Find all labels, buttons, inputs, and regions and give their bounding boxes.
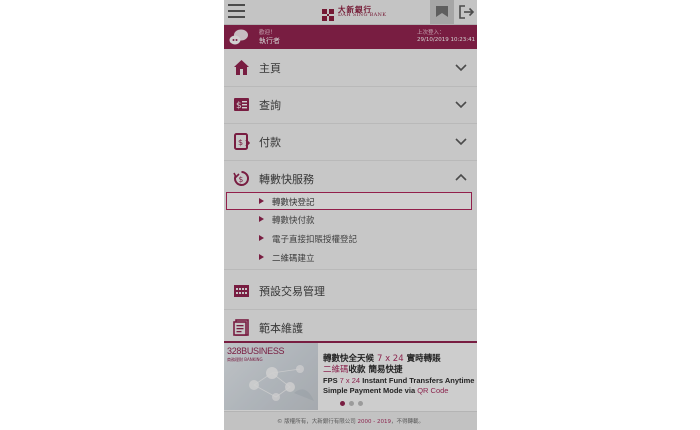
welcome-label: 歡迎！ xyxy=(259,30,276,36)
chevron-down-icon xyxy=(455,101,467,109)
last-login-label: 上次登入： xyxy=(417,30,445,36)
banner-image: 328BUSINESS 商務理財 BANKING xyxy=(224,343,318,410)
submenu-item-edda-registration[interactable]: 電子直接扣賬授權登記 xyxy=(224,230,477,248)
menu-item-home[interactable]: 主頁 xyxy=(224,50,477,87)
menu-item-payment[interactable]: $ 付款 xyxy=(224,124,477,161)
menu-item-enquiry[interactable]: $ 查詢 xyxy=(224,87,477,124)
copyright-text: © 版權所有，大新銀行有限公司 2000 - 2019，不得轉載。 xyxy=(277,419,424,425)
menu-item-label: 轉數快服務 xyxy=(259,173,314,186)
submenu-item-qr-code-creation[interactable]: 二維碼建立 xyxy=(224,249,477,267)
mobile-app-frame: 大新銀行 DAH SING BANK 歡迎！ 執行者 上次登入： 29/10/2… xyxy=(224,0,477,430)
home-icon xyxy=(233,59,250,76)
submenu-item-label: 轉數快登記 xyxy=(272,198,315,208)
submenu-item-fps-registration[interactable]: 轉數快登記 xyxy=(226,192,472,210)
chevron-down-icon xyxy=(455,64,467,72)
chevron-down-icon xyxy=(455,138,467,146)
menu-item-label: 付款 xyxy=(259,136,281,149)
logo-mark-icon xyxy=(322,6,334,21)
flag-icon xyxy=(436,6,448,17)
triangle-right-icon xyxy=(259,198,264,204)
bank-logo: 大新銀行 DAH SING BANK xyxy=(322,5,387,21)
banner-headline-4: Simple Payment Mode via QR Code xyxy=(323,386,449,395)
banner-headline-2: 二維碼收款 簡易快捷 xyxy=(323,365,403,375)
logout-icon xyxy=(459,5,475,19)
hamburger-menu-icon[interactable] xyxy=(228,4,245,19)
top-bar: 大新銀行 DAH SING BANK xyxy=(224,0,477,25)
banner-headline-3: FPS 7 x 24 Instant Fund Transfers Anytim… xyxy=(323,376,475,385)
statement-icon: $ xyxy=(233,96,250,113)
carousel-dot[interactable] xyxy=(349,401,354,406)
submenu-item-fps-payment[interactable]: 轉數快付款 xyxy=(224,211,477,229)
user-avatar-icon xyxy=(229,28,249,46)
submenu-item-label: 二維碼建立 xyxy=(272,254,315,264)
footer: © 版權所有，大新銀行有限公司 2000 - 2019，不得轉載。 xyxy=(224,411,477,430)
menu-item-label: 主頁 xyxy=(259,62,281,75)
payment-icon: $ xyxy=(233,133,251,150)
menu-item-label: 查詢 xyxy=(259,99,281,112)
chevron-up-icon xyxy=(455,173,467,181)
triangle-right-icon xyxy=(259,216,264,222)
triangle-right-icon xyxy=(259,235,264,241)
carousel-dot[interactable] xyxy=(340,401,345,406)
logout-button[interactable] xyxy=(455,0,477,24)
user-info-bar: 歡迎！ 執行者 上次登入： 29/10/2019 10:23:41 xyxy=(224,25,477,49)
triangle-right-icon xyxy=(259,254,264,260)
svg-text:$: $ xyxy=(236,101,242,111)
menu-item-scheduled-transactions[interactable]: 預設交易管理 xyxy=(224,273,477,310)
payment-network-graphic xyxy=(249,365,314,401)
submenu-item-label: 轉數快付款 xyxy=(272,216,315,226)
carousel-dots xyxy=(340,401,363,406)
svg-text:$: $ xyxy=(238,138,243,147)
fps-icon: $ xyxy=(233,170,250,187)
divider xyxy=(224,269,477,270)
carousel-dot[interactable] xyxy=(358,401,363,406)
last-login-value: 29/10/2019 10:23:41 xyxy=(417,37,476,43)
menu-item-label: 預設交易管理 xyxy=(259,285,325,298)
logo-english-text: DAH SING BANK xyxy=(338,12,387,19)
svg-text:$: $ xyxy=(239,175,244,184)
calendar-icon xyxy=(233,282,250,299)
menu-item-label: 範本維護 xyxy=(259,322,303,335)
flag-button[interactable] xyxy=(430,0,454,24)
submenu-item-label: 電子直接扣賬授權登記 xyxy=(272,235,358,245)
username-text: 執行者 xyxy=(259,37,280,45)
template-icon xyxy=(233,319,250,336)
